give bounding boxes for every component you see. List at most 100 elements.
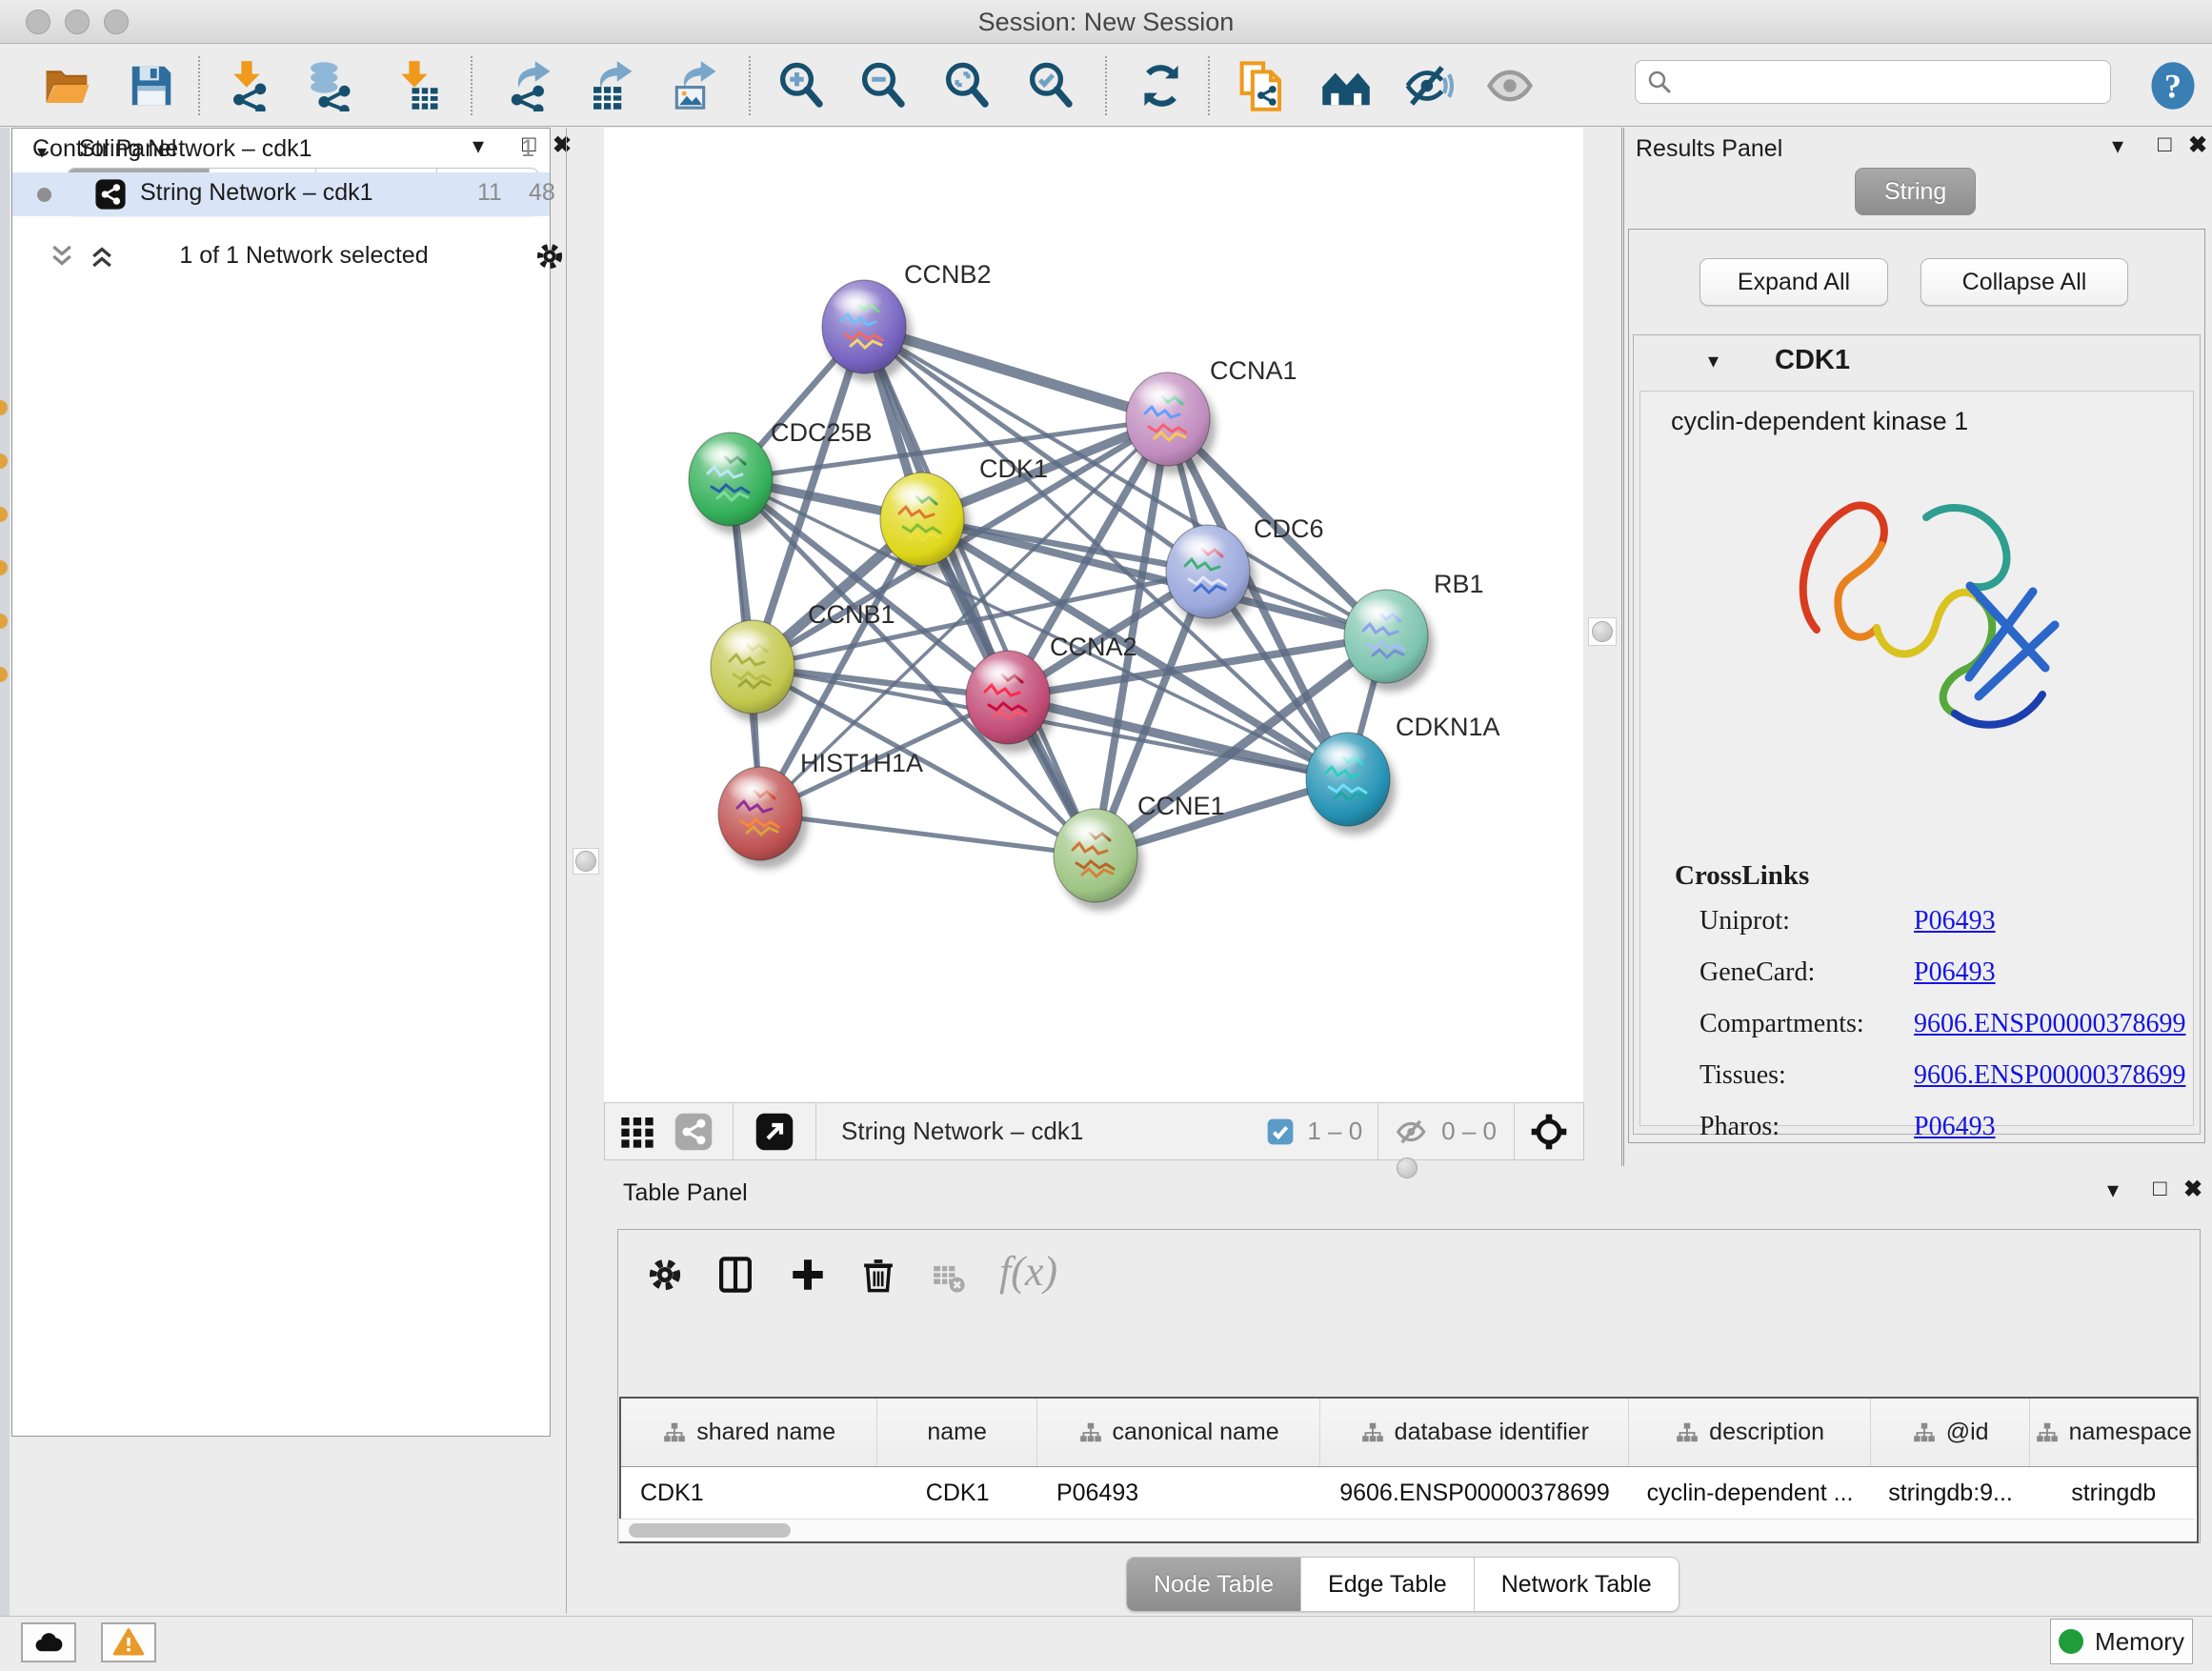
crosslink-value-link[interactable]: P06493 [1914, 906, 1996, 936]
home-button[interactable] [1318, 58, 1374, 113]
table-row[interactable]: CDK1CDK1P064939606.ENSP00000378699cyclin… [621, 1467, 2197, 1519]
crosslink-label: Tissues: [1699, 1060, 1914, 1091]
network-collection-row[interactable]: ▾ String Network – cdk1 1 [12, 129, 550, 172]
search-text[interactable] [1674, 68, 2101, 96]
tab-string[interactable]: String [1855, 168, 1976, 215]
column-header-label: @id [1946, 1419, 1989, 1446]
network-overview-icon[interactable] [674, 1112, 714, 1152]
network-icon [94, 178, 127, 211]
export-table-button[interactable] [583, 58, 638, 113]
graph-node-CCNE1[interactable]: CCNE1 [1054, 792, 1225, 911]
show-columns-icon[interactable] [715, 1255, 755, 1295]
crosslink-value-link[interactable]: 9606.ENSP00000378699 [1914, 1009, 2185, 1039]
network-row[interactable]: String Network – cdk1 11 48 [12, 172, 550, 216]
column-header-label: namespace [2069, 1419, 2192, 1446]
help-button[interactable]: ? [2145, 58, 2201, 113]
network-options-gear-icon[interactable] [533, 240, 566, 272]
search-input[interactable] [1635, 60, 2111, 104]
create-column-plus-icon[interactable] [788, 1255, 828, 1295]
table-panel: Table Panel ▾ □ ✖ f(x) shared namenameca… [604, 1178, 2212, 1616]
export-image-button[interactable] [667, 58, 722, 113]
crosslink-row: Compartments:9606.ENSP00000378699 [1699, 1009, 2176, 1039]
right-splitter[interactable] [1584, 128, 1621, 1161]
network-canvas[interactable]: CCNB2CCNA1CDC25BCDK1CDC6RB1CCNB1CCNA2CDK… [604, 128, 1583, 1102]
graph-edge-CCNE1-HIST1H1A[interactable] [760, 814, 1096, 856]
crosslink-row: Uniprot:P06493 [1699, 906, 2176, 936]
table-panel-close-icon[interactable]: ✖ [2183, 1178, 2202, 1201]
external-view-icon[interactable] [754, 1112, 794, 1152]
import-network-button[interactable] [221, 58, 276, 113]
import-table-button[interactable] [389, 58, 444, 113]
column-header-label: name [927, 1419, 987, 1446]
import-network-from-database-button[interactable] [303, 58, 358, 113]
column-header--id[interactable]: @id [1871, 1399, 2031, 1466]
tab-edge-table[interactable]: Edge Table [1301, 1558, 1475, 1611]
graph-node-label: CCNB2 [904, 260, 992, 289]
crosslink-row: Pharos:P06493 [1699, 1112, 2176, 1142]
network-graph[interactable]: CCNB2CCNA1CDC25BCDK1CDC6RB1CCNB1CCNA2CDK… [604, 128, 1583, 1102]
window-title: Session: New Session [0, 8, 2212, 37]
expand-all-button[interactable]: Expand All [1699, 258, 1888, 306]
table-cell: cyclin-dependent ... [1629, 1467, 1870, 1519]
table-hscrollbar[interactable] [619, 1519, 2195, 1541]
left-splitter-handle[interactable] [573, 848, 599, 875]
results-panel-close-icon[interactable]: ✖ [2188, 134, 2207, 157]
delete-column-trash-icon[interactable] [858, 1255, 898, 1295]
navigate-crosshair-icon[interactable] [1528, 1111, 1570, 1153]
graph-node-RB1[interactable]: RB1 [1344, 570, 1484, 692]
graph-node-CDC6[interactable]: CDC6 [1166, 514, 1324, 627]
memory-button[interactable]: Memory [2050, 1619, 2193, 1664]
collection-expand-icon[interactable]: ▾ [37, 140, 47, 164]
selected-count: 1 – 0 [1307, 1117, 1362, 1146]
horizontal-splitter-handle[interactable] [1397, 1158, 1418, 1178]
tab-network-table[interactable]: Network Table [1475, 1558, 1679, 1611]
show-all-button[interactable] [1482, 58, 1538, 113]
hide-selected-button[interactable] [1400, 58, 1456, 113]
selected-checkbox-icon[interactable] [1265, 1117, 1296, 1147]
svg-text:?: ? [2164, 67, 2182, 105]
results-panel-collapse-icon[interactable]: ▾ [2112, 135, 2123, 158]
crosslink-value-link[interactable]: 9606.ENSP00000378699 [1914, 1060, 2185, 1091]
warning-status-button[interactable] [101, 1622, 156, 1662]
crosslink-row: Tissues:9606.ENSP00000378699 [1699, 1060, 2176, 1091]
column-header-namespace[interactable]: namespace [2030, 1399, 2197, 1466]
collapse-all-button[interactable]: Collapse All [1920, 258, 2128, 306]
graph-node-CCNA1[interactable]: CCNA1 [1126, 356, 1297, 474]
table-panel-collapse-icon[interactable]: ▾ [2107, 1179, 2119, 1202]
table-options-gear-icon[interactable] [645, 1255, 685, 1295]
copy-network-button[interactable] [1235, 58, 1290, 113]
graph-node-HIST1H1A[interactable]: HIST1H1A [718, 749, 923, 869]
column-header-database-identifier[interactable]: database identifier [1320, 1399, 1629, 1466]
export-network-button[interactable] [501, 58, 556, 113]
protein-collapse-icon[interactable]: ▾ [1708, 349, 1719, 373]
graph-node-label: CCNE1 [1137, 792, 1225, 820]
import-table-icon [391, 60, 442, 111]
table-hscrollbar-thumb[interactable] [629, 1523, 791, 1538]
tab-node-table[interactable]: Node Table [1127, 1558, 1301, 1611]
table-panel-float-icon[interactable]: □ [2153, 1178, 2167, 1200]
zoom-selected-button[interactable] [1023, 58, 1078, 113]
zoom-in-button[interactable] [774, 58, 829, 113]
column-header-description[interactable]: description [1629, 1399, 1870, 1466]
refresh-button[interactable] [1134, 58, 1189, 113]
refresh-icon [1136, 60, 1187, 111]
hidden-eye-icon[interactable] [1394, 1114, 1430, 1150]
cloud-status-button[interactable] [21, 1622, 76, 1662]
left-splitter[interactable] [566, 128, 604, 1614]
open-session-button[interactable] [40, 58, 95, 113]
column-header-shared-name[interactable]: shared name [621, 1399, 877, 1466]
graph-node-CCNB2[interactable]: CCNB2 [822, 260, 992, 382]
zoom-fit-button[interactable] [939, 58, 995, 113]
protein-name: CDK1 [1775, 345, 1850, 376]
crosslink-value-link[interactable]: P06493 [1914, 1112, 1996, 1142]
graph-node-CDKN1A[interactable]: CDKN1A [1306, 713, 1500, 835]
results-panel-float-icon[interactable]: □ [2158, 133, 2172, 156]
right-splitter-handle[interactable] [1588, 617, 1617, 646]
column-header-canonical-name[interactable]: canonical name [1037, 1399, 1320, 1466]
crosslink-value-link[interactable]: P06493 [1914, 957, 1996, 988]
column-header-label: shared name [696, 1419, 835, 1446]
birds-eye-view-icon[interactable] [618, 1113, 656, 1151]
zoom-out-button[interactable] [855, 58, 911, 113]
column-header-name[interactable]: name [877, 1399, 1037, 1466]
save-session-button[interactable] [124, 58, 179, 113]
